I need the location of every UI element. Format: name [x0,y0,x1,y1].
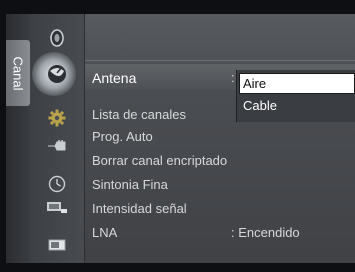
menu-item-sintonia-fina[interactable]: Sintonia Fina [92,177,168,192]
menu-item-borrar-canal-encriptado[interactable]: Borrar canal encriptado [92,153,227,168]
frame-bottom [0,263,355,272]
tab-canal-label-wrap: Canal [6,40,30,106]
application-list-icon[interactable] [30,196,84,220]
channel-satellite-icon[interactable] [30,62,84,86]
input-plug-icon[interactable] [30,134,84,158]
menu-item-intensidad-senal[interactable]: Intensidad señal [92,201,187,216]
menu-item-antena[interactable]: Antena [92,70,136,86]
timer-clock-icon[interactable] [30,172,84,196]
tab-canal-label: Canal [10,56,26,90]
picture-icon[interactable] [30,26,84,50]
menu-item-lista-de-canales[interactable]: Lista de canales [92,107,186,122]
dropdown-option-cable[interactable]: Cable [239,96,355,117]
header-separator [85,60,355,61]
support-screen-icon[interactable] [30,233,84,257]
menu-item-lna-value: : Encendido [231,225,300,240]
frame-top [0,0,355,14]
tv-menu-screen: Canal Antena: Lista de canales Prog. Au… [0,0,355,272]
menu-item-antena-value: : [231,70,235,85]
setup-gear-icon[interactable] [30,106,84,130]
menu-item-prog-auto[interactable]: Prog. Auto [92,129,153,144]
dropdown-option-aire[interactable]: Aire [239,73,355,94]
menu-item-lna[interactable]: LNA [92,225,117,240]
